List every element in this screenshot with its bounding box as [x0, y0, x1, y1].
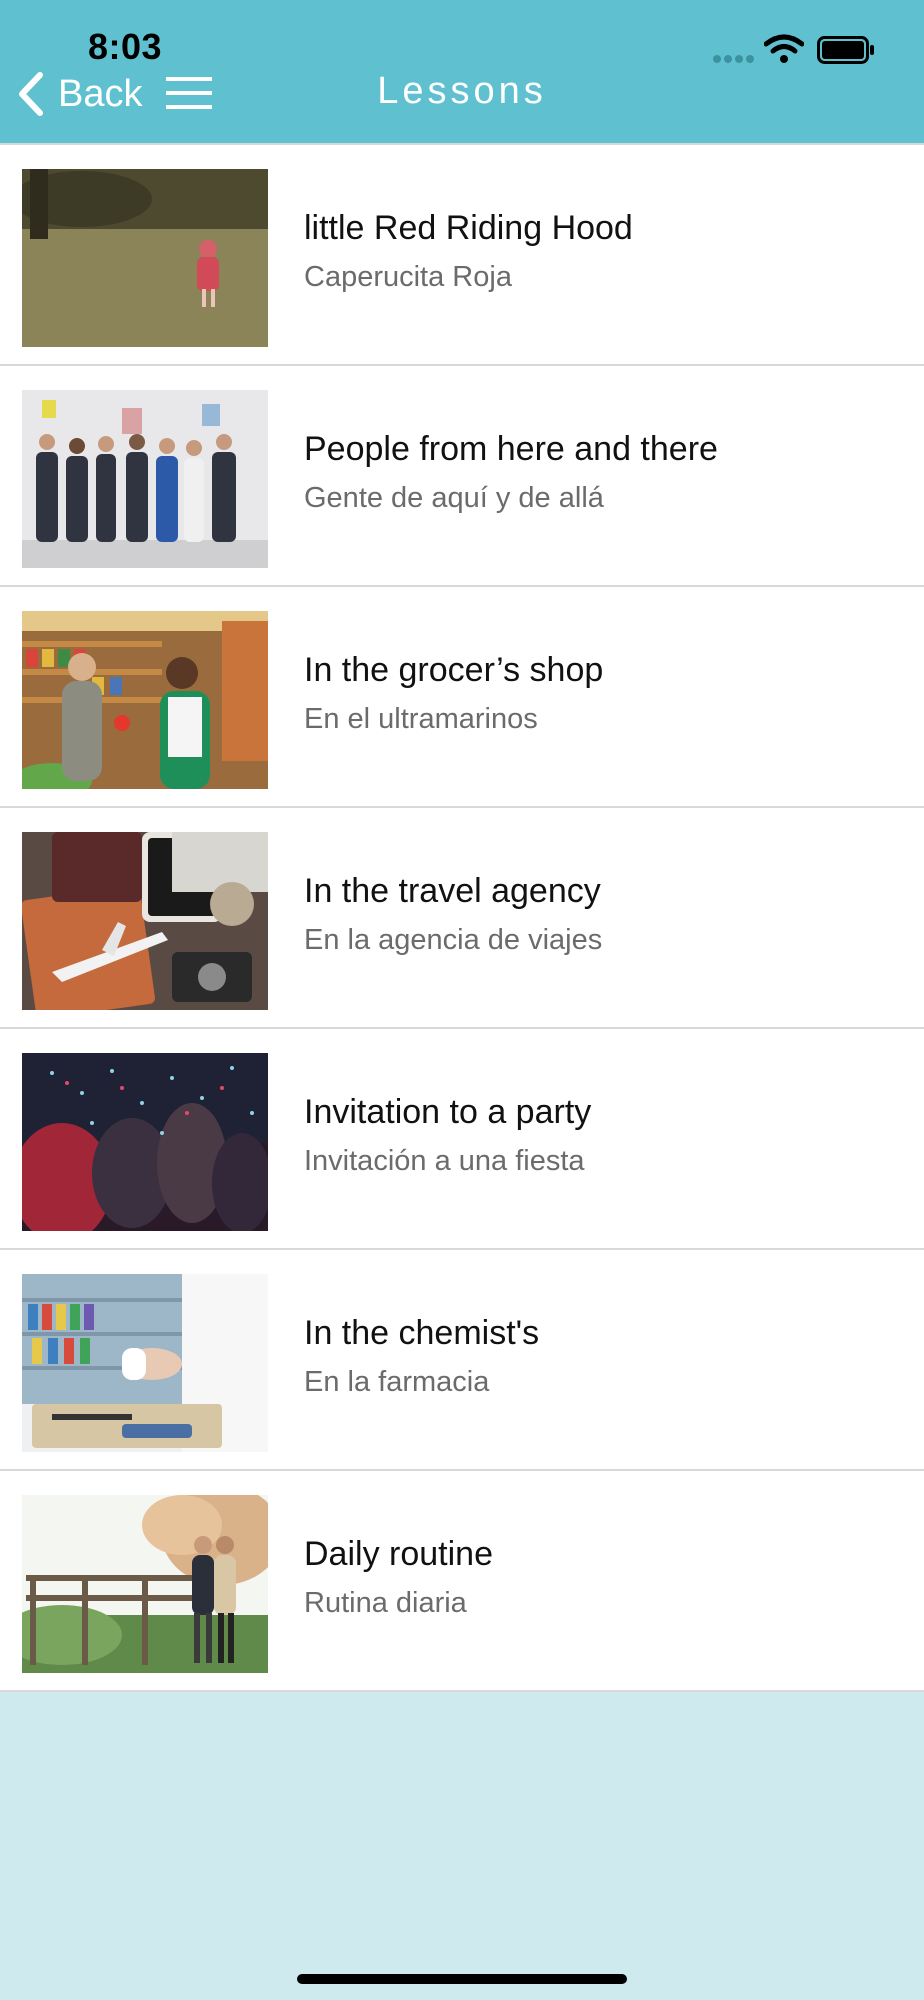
lesson-title: People from here and there [304, 430, 718, 468]
battery-icon [817, 36, 874, 64]
wifi-icon [764, 34, 804, 63]
lesson-item[interactable]: People from here and there Gente de aquí… [0, 366, 924, 587]
lesson-subtitle: Invitación a una fiesta [304, 1145, 585, 1177]
lesson-item[interactable]: little Red Riding Hood Caperucita Roja [0, 145, 924, 366]
lesson-thumbnail [22, 1495, 268, 1673]
lesson-item[interactable]: In the grocer’s shop En el ultramarinos [0, 587, 924, 808]
app-header: 8:03 Back Lessons [0, 0, 924, 143]
lesson-item[interactable]: Invitation to a party Invitación a una f… [0, 1029, 924, 1250]
lesson-title: little Red Riding Hood [304, 209, 633, 247]
lesson-list: little Red Riding Hood Caperucita Roja P… [0, 143, 924, 1692]
lesson-subtitle: En la farmacia [304, 1366, 490, 1398]
lesson-thumbnail [22, 611, 268, 789]
page-title: Lessons [377, 70, 547, 112]
lesson-subtitle: Caperucita Roja [304, 261, 512, 293]
lesson-item[interactable]: In the chemist's En la farmacia [0, 1250, 924, 1471]
lesson-title: Invitation to a party [304, 1093, 592, 1131]
lesson-subtitle: Gente de aquí y de allá [304, 482, 604, 514]
lesson-thumbnail [22, 390, 268, 568]
lesson-subtitle: Rutina diaria [304, 1587, 467, 1619]
lesson-thumbnail [22, 1053, 268, 1231]
status-time: 8:03 [88, 26, 163, 67]
lesson-item[interactable]: Daily routine Rutina diaria [0, 1471, 924, 1692]
lesson-title: Daily routine [304, 1535, 493, 1573]
lesson-title: In the grocer’s shop [304, 651, 604, 689]
lesson-thumbnail [22, 1274, 268, 1452]
lesson-thumbnail [22, 169, 268, 347]
lesson-title: In the travel agency [304, 872, 601, 910]
signal-icon [713, 55, 755, 65]
lesson-title: In the chemist's [304, 1314, 540, 1352]
lesson-thumbnail [22, 832, 268, 1010]
home-indicator [297, 1974, 627, 1984]
lesson-subtitle: En la agencia de viajes [304, 924, 603, 956]
lesson-item[interactable]: In the travel agency En la agencia de vi… [0, 808, 924, 1029]
lesson-subtitle: En el ultramarinos [304, 703, 538, 735]
